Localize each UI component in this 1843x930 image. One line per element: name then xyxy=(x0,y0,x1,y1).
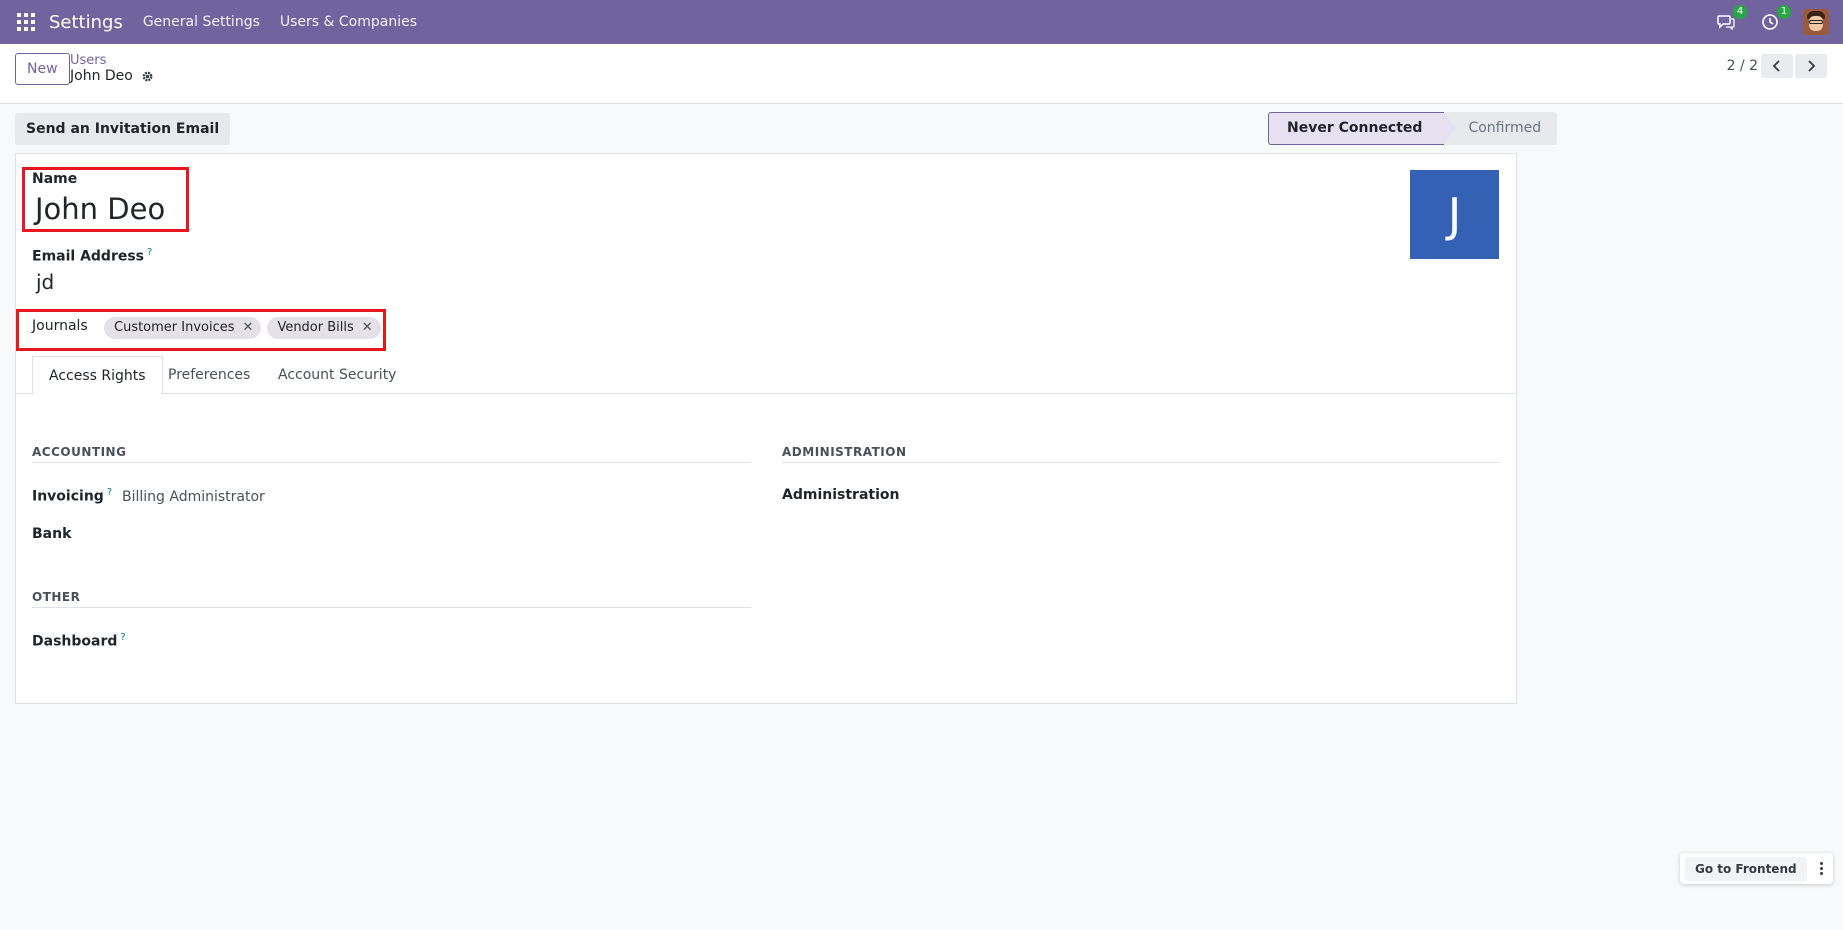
email-input[interactable]: jd xyxy=(36,270,54,294)
gear-icon[interactable] xyxy=(141,70,154,83)
administration-label: Administration xyxy=(782,487,900,503)
section-accounting-title: ACCOUNTING xyxy=(32,445,127,459)
section-divider xyxy=(782,462,1499,463)
section-other-title: OTHER xyxy=(32,590,81,604)
journals-tags[interactable]: Customer Invoices ✕ Vendor Bills ✕ xyxy=(104,317,381,339)
top-navbar: Settings General Settings Users & Compan… xyxy=(0,0,1843,44)
invoicing-help-icon[interactable]: ? xyxy=(107,487,112,498)
breadcrumb-current-label: John Deo xyxy=(70,68,133,84)
user-avatar-image[interactable]: J xyxy=(1410,170,1499,259)
form-sheet xyxy=(15,153,1517,704)
status-never-connected[interactable]: Never Connected xyxy=(1268,112,1445,145)
chevron-right-icon xyxy=(1808,60,1816,72)
section-divider xyxy=(32,462,751,463)
apps-grid-icon[interactable] xyxy=(17,13,35,31)
messages-count-badge: 4 xyxy=(1733,5,1747,19)
pager-next-button[interactable] xyxy=(1795,54,1827,78)
clock-icon xyxy=(1762,14,1778,30)
journal-tag-label: Vendor Bills xyxy=(277,320,354,335)
tab-preferences[interactable]: Preferences xyxy=(168,356,250,394)
dashboard-label-text: Dashboard xyxy=(32,633,118,650)
chevron-left-icon xyxy=(1772,60,1780,72)
breadcrumb-current: John Deo xyxy=(70,68,154,84)
user-avatar[interactable] xyxy=(1803,9,1829,35)
tab-account-security[interactable]: Account Security xyxy=(278,356,396,394)
tab-access-rights[interactable]: Access Rights xyxy=(32,356,163,395)
dashboard-help-icon[interactable]: ? xyxy=(120,632,125,643)
invoicing-label-text: Invoicing xyxy=(32,488,104,505)
breadcrumb-users[interactable]: Users xyxy=(70,53,106,68)
section-administration-title: ADMINISTRATION xyxy=(782,445,907,459)
invoicing-label: Invoicing? xyxy=(32,487,112,505)
pager-previous-button[interactable] xyxy=(1761,54,1793,78)
tag-remove-icon[interactable]: ✕ xyxy=(362,317,373,339)
menu-general-settings[interactable]: General Settings xyxy=(143,14,260,30)
go-to-frontend-button[interactable]: Go to Frontend xyxy=(1685,856,1807,881)
send-invitation-button[interactable]: Send an Invitation Email xyxy=(15,113,231,145)
status-confirmed[interactable]: Confirmed xyxy=(1444,112,1558,145)
new-button[interactable]: New xyxy=(15,53,70,85)
tag-remove-icon[interactable]: ✕ xyxy=(243,317,254,339)
bank-label: Bank xyxy=(32,526,72,542)
name-label: Name xyxy=(32,171,78,187)
chat-icon xyxy=(1717,15,1735,30)
invoicing-select[interactable]: Billing Administrator xyxy=(122,489,265,505)
app-name[interactable]: Settings xyxy=(49,12,123,33)
email-help-icon[interactable]: ? xyxy=(147,247,152,258)
email-label-text: Email Address xyxy=(32,248,145,265)
activities-button[interactable]: 1 xyxy=(1759,5,1791,33)
section-divider xyxy=(32,607,751,608)
dashboard-label: Dashboard? xyxy=(32,632,126,650)
control-panel: New Users John Deo 2 / 2 xyxy=(0,44,1843,104)
journal-tag[interactable]: Customer Invoices ✕ xyxy=(104,317,262,339)
pager-value[interactable]: 2 / 2 xyxy=(1727,58,1758,74)
messages-button[interactable]: 4 xyxy=(1715,5,1747,33)
status-arrow xyxy=(1444,112,1457,144)
journals-label: Journals xyxy=(32,318,88,334)
more-options-icon[interactable] xyxy=(1811,853,1833,884)
frontend-toolbar: Go to Frontend xyxy=(1680,853,1833,884)
name-input[interactable]: John Deo xyxy=(35,192,165,226)
activities-count-badge: 1 xyxy=(1777,5,1791,19)
email-label: Email Address? xyxy=(32,247,152,265)
journal-tag[interactable]: Vendor Bills ✕ xyxy=(267,317,381,339)
status-bar: Never Connected Confirmed xyxy=(1268,112,1558,145)
journal-tag-label: Customer Invoices xyxy=(114,320,235,335)
notebook-tabs: Access Rights Preferences Account Securi… xyxy=(16,356,1516,395)
menu-users-companies[interactable]: Users & Companies xyxy=(280,14,417,30)
